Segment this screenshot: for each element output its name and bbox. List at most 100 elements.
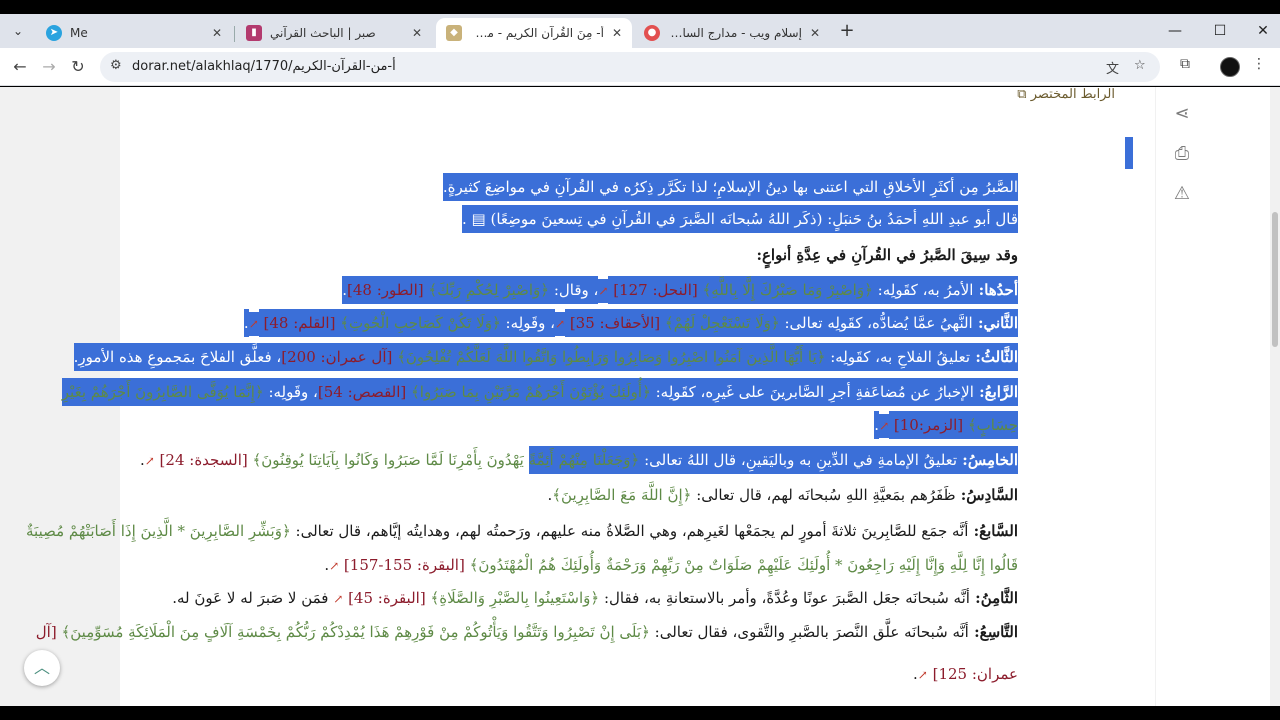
new-tab-button[interactable]: + [836,20,858,42]
address-bar[interactable]: ⚙ dorar.net/alakhlaq/1770/أ-من-القرآن-ال… [100,52,1160,82]
verse-reference[interactable]: [البقرة: 45] [343,584,430,612]
external-link-icon[interactable]: ↗ [598,279,609,303]
external-link-icon[interactable]: ↗ [918,663,928,687]
verse-reference[interactable]: [آل عمران: 200] [281,343,398,371]
quran-verse: ﴿إِنَّ اللَّهَ مَعَ الصَّابِرِينَ﴾ [552,486,692,504]
tab-me[interactable]: ➤ Me ✕ [36,18,232,48]
text-segment: الإخبارُ عن مُضاعَفةِ أجرِ الصَّابرينَ ع… [650,378,974,406]
islamweb-icon: ● [644,25,660,41]
page-scrollbar[interactable] [1270,87,1280,706]
text-segment: السَّادِسُ: [955,486,1018,504]
verse-reference[interactable]: [القصص: 54] [317,378,412,406]
verse-reference[interactable]: [آل [36,618,62,646]
verse-reference[interactable]: [النحل: 127] [608,276,703,304]
text-segment: قال أبو عبدِ اللهِ أحمَدُ بنُ حَنبَلٍ: (… [490,205,1018,233]
quran-verse: ﴿وَبَشِّرِ الصَّابِرِينَ * الَّذِينَ إِذ… [26,522,291,540]
share-icon[interactable]: ⋖ [1171,103,1193,124]
short-link[interactable]: الرابط المختصر ⧉ [1017,87,1115,102]
external-link-icon[interactable]: ↗ [333,587,343,611]
quran-verse: ﴿وَاصْبِرْ لِحُكْمِ رَبِّكَ﴾ [428,276,550,304]
verse-reference[interactable]: عمران: 125] [928,660,1018,688]
verse-reference[interactable]: [الأحقاف: 35] [565,309,665,337]
page-viewport: الرابط المختصر ⧉ الصَّبرُ مِن أكثَرِ الأ… [0,87,1270,706]
bookmark-star-icon[interactable]: ☆ [1134,58,1146,73]
extensions-icon[interactable]: ⧉ [1174,56,1196,72]
translate-icon[interactable]: 文 [1106,58,1119,77]
tab-search-button[interactable]: ⌄ [6,19,30,43]
close-icon[interactable]: ✕ [612,26,622,40]
menu-dots-icon[interactable]: ⋮ [1248,56,1270,72]
verse-reference[interactable]: [البقرة: 155-157] [339,551,469,579]
text-segment: ▤ . [461,205,491,233]
text-segment: ، وقَولِه: [500,309,555,337]
site-icon: ▮ [246,25,262,41]
text-segment: أنَّه سُبحانَه جعَل الصَّبرَ عونًا وعُدَ… [599,589,970,607]
text-segment: التَّاسِعُ: [968,623,1018,641]
tab-strip: ⌄ ➤ Me ✕ ▮ صبر | الباحث القرآني ✕ ◆ أ- م… [0,14,1280,48]
quran-verse: ﴿بَلَى إِنْ تَصْبِرُوا وَتَتَّقُوا وَيَأ… [61,623,650,641]
article-line: قال أبو عبدِ اللهِ أحمَدُ بنُ حَنبَلٍ: (… [461,203,1018,235]
text-segment: تعليقُ الإمامةِ في الدِّينِ به وباليَقين… [639,446,958,474]
text-segment: فمَن لا صَبرَ له لا عَونَ له. [172,589,334,607]
selection-highlight [1125,137,1133,169]
article-line: أحدُها: الأمرُ به، كقَولِه: ﴿وَاصْبِرْ و… [342,274,1018,306]
article-line: وقد سِيقَ الصَّبرُ في القُرآنِ في عِدَّة… [756,239,1018,271]
close-icon[interactable]: ✕ [810,26,820,40]
text-segment: أنَّه جمَع للصَّابِرينَ ثلاثةَ أمورٍ لم … [290,522,969,540]
text-segment: أنَّه سُبحانَه علَّق النَّصرَ بالصَّبرِ … [649,623,969,641]
quran-verse: قَالُوا إِنَّا لِلَّهِ وَإِنَّا إِلَيْهِ… [469,556,1018,574]
warning-icon[interactable]: ⚠ [1171,183,1193,204]
tab-islamweb[interactable]: ● إسلام ويب - مدارج السالكين بين ✕ [634,18,830,48]
article-line: الخامِسُ: تعليقُ الإمامةِ في الدِّينِ به… [140,444,1018,476]
text-segment: ، وقال: [549,276,599,304]
print-icon[interactable]: ⎙ [1171,143,1193,164]
quran-verse: ﴿وَلَا تَسْتَعْجِلْ لَهُمْ﴾ [664,309,780,337]
external-link-icon[interactable]: ↗ [145,449,155,473]
text-segment: الرَّابعُ: [973,378,1018,406]
share-sidebar: ⋖ ⎙ ⚠ [1156,87,1270,706]
forward-button[interactable]: → [37,55,61,79]
maximize-button[interactable]: ☐ [1205,20,1235,42]
quran-verse: ﴿يَا أَيُّهَا الَّذِينَ آمَنُوا اصْبِرُو… [397,343,826,371]
profile-avatar[interactable] [1220,57,1240,77]
text-segment: تعليقُ الفلاحِ به، كقَولِه: [825,343,971,371]
tab-albahith[interactable]: ▮ صبر | الباحث القرآني ✕ [236,18,432,48]
verse-reference[interactable]: [السجدة: 24] [155,446,253,474]
scrollbar-thumb[interactable] [1272,212,1278,347]
window-close-button[interactable]: ✕ [1248,20,1278,42]
article-line: الثَّالثُ: تعليقُ الفلاحِ به، كقَولِه: ﴿… [73,341,1018,373]
verse-reference[interactable]: [الزمر:10] [889,411,968,439]
tab-title: إسلام ويب - مدارج السالكين بين [668,26,802,40]
tab-title: أ- مِنَ القُرآنِ الكريمِ - موسوعة الأخلا… [470,26,604,40]
quran-verse: ﴿وَجَعَلْنَا مِنْهُمْ أَئِمَّةً [528,446,640,474]
article-line: الصَّبرُ مِن أكثَرِ الأخلاقِ التي اعتنى … [442,171,1018,203]
article-line: قَالُوا إِنَّا لِلَّهِ وَإِنَّا إِلَيْهِ… [324,549,1018,581]
scroll-to-top-button[interactable]: ︿ [24,650,60,686]
back-button[interactable]: ← [8,55,32,79]
text-segment: أحدُها: [973,276,1018,304]
text-segment: . [139,451,145,469]
external-link-icon[interactable]: ↗ [329,554,339,578]
external-link-icon[interactable]: ↗ [248,312,259,336]
tab-dorar[interactable]: ◆ أ- مِنَ القُرآنِ الكريمِ - موسوعة الأخ… [436,18,632,48]
minimize-button[interactable]: — [1160,20,1190,42]
close-icon[interactable]: ✕ [212,26,222,40]
quran-verse: ﴿وَاسْتَعِينُوا بِالصَّبْرِ وَالصَّلَاةِ… [430,589,600,607]
external-link-icon[interactable]: ↗ [879,414,890,438]
site-info-icon[interactable]: ⚙ [110,58,122,73]
tab-title: Me [70,26,88,40]
reload-button[interactable]: ↻ [66,55,90,79]
text-segment: الخامِسُ: [957,446,1018,474]
verse-reference[interactable]: [الطور: 48] [346,276,429,304]
verse-reference[interactable]: [القلم: 48] [258,309,341,337]
text-segment: ، وقَولِه: [263,378,318,406]
url-text: dorar.net/alakhlaq/1770/أ-من-القرآن-الكر… [132,59,396,74]
article-line: السَّابعُ: أنَّه جمَع للصَّابِرينَ ثلاثة… [26,515,1018,547]
dorar-icon: ◆ [446,25,462,41]
tab-separator [234,26,235,42]
article-line: عمران: 125] ↗. [913,658,1018,690]
text-segment: . [243,309,249,337]
external-link-icon[interactable]: ↗ [554,312,566,336]
article-line: حِسَابٍ﴾ [الزمر:10] ↗. [874,409,1018,441]
close-icon[interactable]: ✕ [412,26,422,40]
